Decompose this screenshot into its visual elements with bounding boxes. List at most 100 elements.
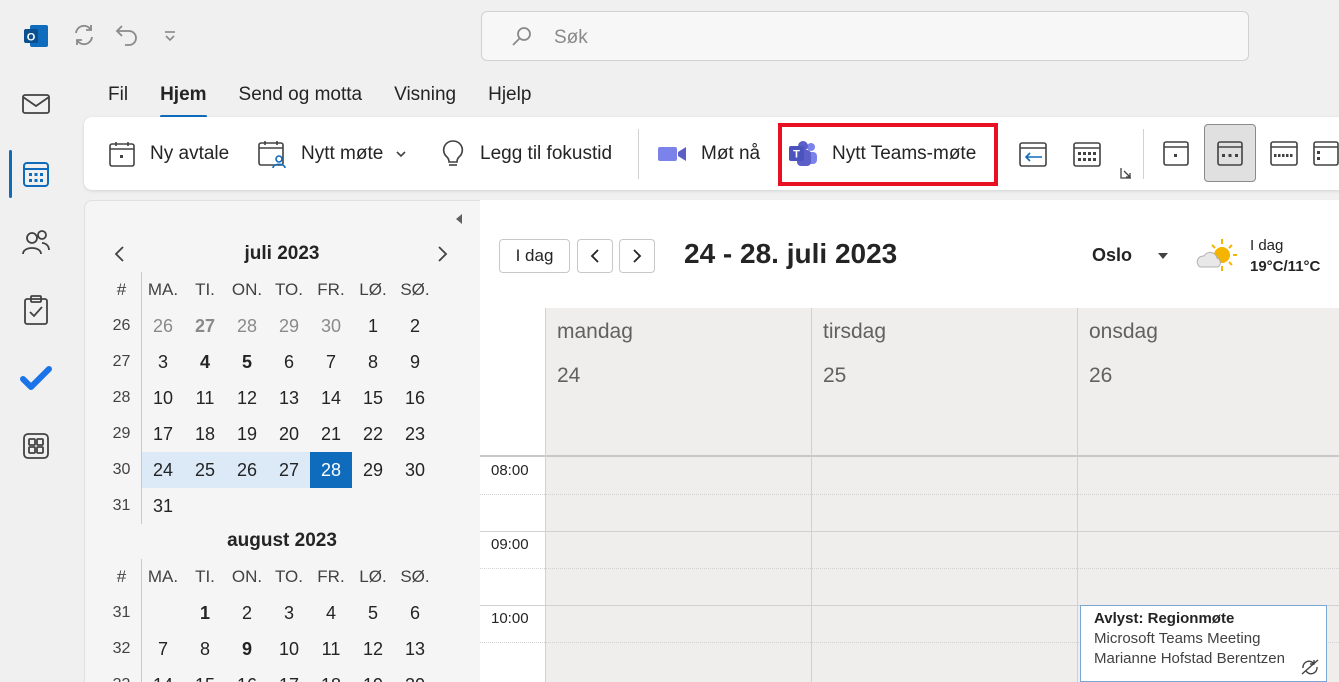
week-number[interactable]: 31 — [102, 488, 142, 524]
day-cell[interactable]: 18 — [310, 667, 352, 682]
day-cell[interactable]: 7 — [142, 631, 184, 667]
day-cell[interactable]: 1 — [352, 308, 394, 344]
day-cell[interactable]: 1 — [184, 595, 226, 631]
day-cell[interactable]: 20 — [394, 667, 436, 682]
collapse-pane-icon[interactable] — [451, 210, 467, 228]
day-cell[interactable]: 8 — [184, 631, 226, 667]
day-body[interactable] — [546, 457, 811, 682]
day-cell[interactable]: 4 — [184, 344, 226, 380]
day-cell[interactable]: 9 — [394, 344, 436, 380]
day-cell[interactable]: 16 — [394, 380, 436, 416]
day-cell[interactable]: 11 — [184, 380, 226, 416]
week-number[interactable]: 32 — [102, 631, 142, 667]
day-cell[interactable]: 16 — [226, 667, 268, 682]
work-week-view-button[interactable] — [1204, 124, 1256, 182]
day-cell[interactable]: 10 — [268, 631, 310, 667]
day-cell[interactable]: 29 — [352, 452, 394, 488]
day-cell[interactable]: 3 — [268, 595, 310, 631]
tab-help[interactable]: Hjelp — [488, 84, 531, 112]
day-column-monday[interactable]: mandag 24 — [545, 308, 811, 682]
rail-people[interactable] — [18, 224, 54, 260]
day-cell[interactable]: 25 — [184, 452, 226, 488]
day-cell[interactable]: 20 — [268, 416, 310, 452]
chevron-down-icon[interactable] — [1156, 250, 1170, 262]
week-number[interactable]: 31 — [102, 595, 142, 631]
rail-tasks[interactable] — [18, 292, 54, 328]
day-cell[interactable]: 27 — [268, 452, 310, 488]
day-cell[interactable]: 12 — [352, 631, 394, 667]
chevron-right-icon[interactable] — [432, 244, 452, 264]
week-number[interactable]: 29 — [102, 416, 142, 452]
weather-location[interactable]: Oslo — [1092, 245, 1132, 266]
day-cell[interactable]: 21 — [310, 416, 352, 452]
day-cell[interactable]: 8 — [352, 344, 394, 380]
meet-now-button[interactable]: Møt nå — [657, 117, 760, 190]
rail-mail[interactable] — [18, 86, 54, 122]
day-cell[interactable]: 30 — [394, 452, 436, 488]
day-cell[interactable]: 30 — [310, 308, 352, 344]
day-cell[interactable]: 7 — [310, 344, 352, 380]
day-cell[interactable]: 28 — [226, 308, 268, 344]
day-cell[interactable]: 26 — [142, 308, 184, 344]
day-cell[interactable]: 17 — [268, 667, 310, 682]
chevron-left-icon[interactable] — [110, 244, 130, 264]
month-view-button[interactable] — [1312, 124, 1339, 182]
day-cell[interactable]: 2 — [394, 308, 436, 344]
customize-toolbar-icon[interactable] — [160, 22, 180, 48]
day-cell[interactable]: 23 — [394, 416, 436, 452]
day-cell[interactable]: 19 — [226, 416, 268, 452]
rail-todo[interactable] — [18, 360, 54, 396]
week-number[interactable]: 33 — [102, 667, 142, 682]
new-appointment-button[interactable]: Ny avtale — [108, 117, 229, 190]
next-week-button[interactable] — [619, 239, 655, 273]
day-cell[interactable]: 22 — [352, 416, 394, 452]
work-week-calendar-button[interactable] — [1072, 117, 1102, 190]
day-cell[interactable]: 15 — [352, 380, 394, 416]
day-cell[interactable]: 14 — [310, 380, 352, 416]
day-cell[interactable]: 28 — [310, 452, 352, 488]
day-cell[interactable]: 31 — [142, 488, 184, 524]
tab-view[interactable]: Visning — [394, 84, 456, 112]
day-cell[interactable]: 26 — [226, 452, 268, 488]
chevron-down-icon[interactable] — [395, 149, 407, 159]
sync-icon[interactable] — [71, 22, 97, 48]
day-cell[interactable]: 5 — [226, 344, 268, 380]
day-cell[interactable]: 4 — [310, 595, 352, 631]
day-view-button[interactable] — [1150, 124, 1202, 182]
day-cell[interactable]: 15 — [184, 667, 226, 682]
day-cell[interactable]: 19 — [352, 667, 394, 682]
day-cell[interactable]: 14 — [142, 667, 184, 682]
day-cell[interactable]: 11 — [310, 631, 352, 667]
tab-send-receive[interactable]: Send og motta — [239, 84, 363, 112]
day-cell[interactable]: 27 — [184, 308, 226, 344]
day-cell[interactable]: 13 — [394, 631, 436, 667]
day-cell[interactable]: 18 — [184, 416, 226, 452]
day-cell[interactable]: 3 — [142, 344, 184, 380]
dialog-launcher-icon[interactable] — [1120, 167, 1132, 179]
rail-calendar[interactable] — [18, 156, 54, 192]
week-number[interactable]: 26 — [102, 308, 142, 344]
day-cell[interactable]: 6 — [394, 595, 436, 631]
day-cell[interactable]: 10 — [142, 380, 184, 416]
calendar-event[interactable]: Avlyst: Regionmøte Microsoft Teams Meeti… — [1080, 605, 1327, 682]
tab-home[interactable]: Hjem — [160, 84, 208, 118]
undo-icon[interactable] — [114, 22, 140, 48]
previous-week-button[interactable] — [577, 239, 613, 273]
day-cell[interactable]: 6 — [268, 344, 310, 380]
day-cell[interactable]: 12 — [226, 380, 268, 416]
day-cell[interactable]: 24 — [142, 452, 184, 488]
week-number[interactable]: 27 — [102, 344, 142, 380]
day-column-tuesday[interactable]: tirsdag 25 — [811, 308, 1077, 682]
day-cell[interactable]: 2 — [226, 595, 268, 631]
day-cell[interactable]: 5 — [352, 595, 394, 631]
rail-apps[interactable] — [18, 428, 54, 464]
day-cell[interactable]: 29 — [268, 308, 310, 344]
week-number[interactable]: 28 — [102, 380, 142, 416]
new-meeting-button[interactable]: Nytt møte — [257, 117, 407, 190]
day-cell[interactable]: 9 — [226, 631, 268, 667]
tab-file[interactable]: Fil — [108, 84, 128, 112]
week-number[interactable]: 30 — [102, 452, 142, 488]
day-cell[interactable]: 17 — [142, 416, 184, 452]
today-button[interactable]: I dag — [499, 239, 570, 273]
go-to-today-button[interactable] — [1018, 117, 1048, 190]
